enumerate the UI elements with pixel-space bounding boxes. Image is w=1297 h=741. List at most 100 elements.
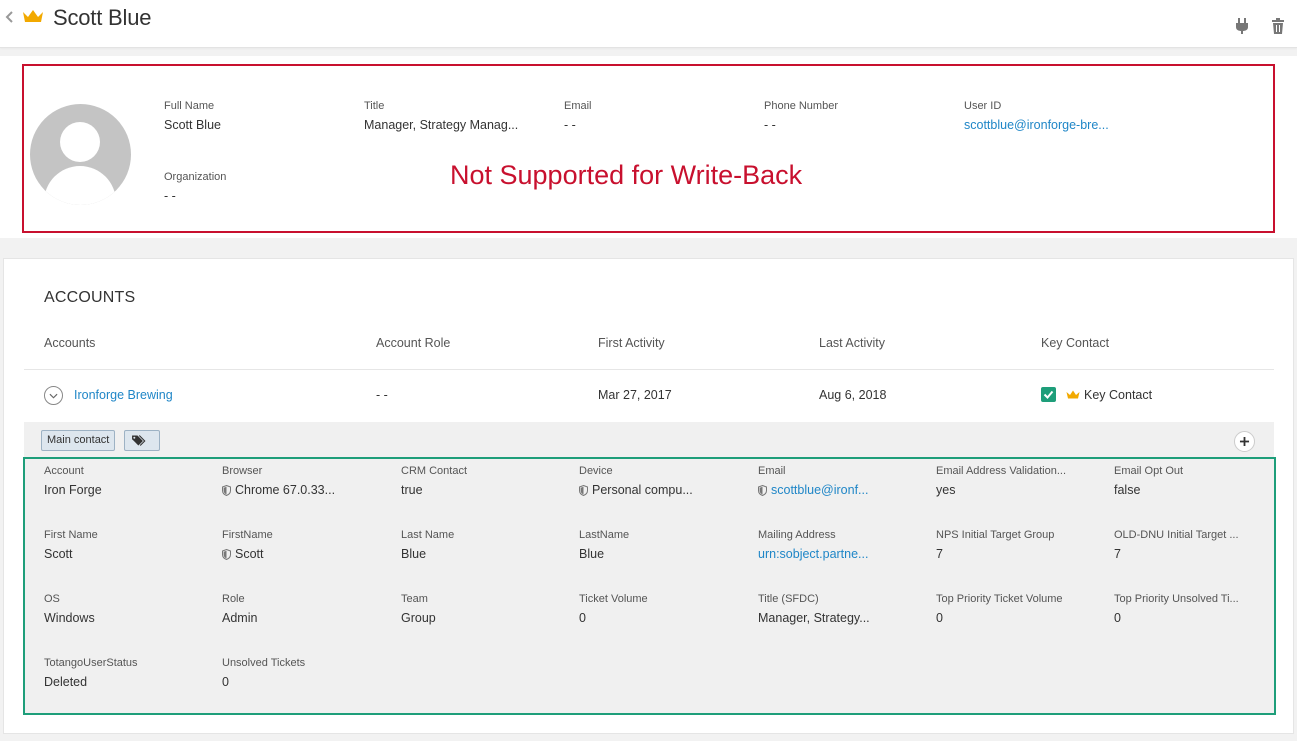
- attribute-label: Email Address Validation...: [936, 465, 1067, 477]
- attribute-cell: Device Personal compu...: [579, 465, 693, 497]
- attribute-value: 0: [1114, 611, 1239, 625]
- field-label: Phone Number: [764, 100, 838, 112]
- back-chevron-icon[interactable]: [4, 10, 16, 24]
- field-email: Email - -: [564, 100, 592, 132]
- attribute-cell: OS Windows: [44, 593, 95, 625]
- attribute-value: Scott: [222, 547, 273, 561]
- attribute-cell: Mailing Address urn:sobject.partne...: [758, 529, 868, 561]
- account-attributes-grid: Account Iron Forge Browser Chrome 67.0.33..…: [23, 457, 1276, 715]
- field-title: Title Manager, Strategy Manag...: [364, 100, 518, 132]
- attribute-cell: Role Admin: [222, 593, 257, 625]
- attribute-value: 0: [222, 675, 305, 689]
- crown-icon: [1066, 390, 1080, 399]
- column-header-key-contact[interactable]: Key Contact: [1041, 336, 1109, 350]
- attribute-value-text: Manager, Strategy...: [758, 611, 870, 625]
- attribute-cell: Account Iron Forge: [44, 465, 102, 497]
- attribute-label: TotangoUserStatus: [44, 657, 138, 669]
- attribute-value-text: Admin: [222, 611, 258, 625]
- add-icon[interactable]: [1234, 431, 1255, 452]
- attribute-label: Email: [758, 465, 786, 477]
- attribute-cell: Title (SFDC) Manager, Strategy...: [758, 593, 870, 625]
- attribute-value-text: Blue: [401, 547, 427, 561]
- column-header-first-activity[interactable]: First Activity: [598, 336, 665, 350]
- field-value: - -: [164, 189, 176, 203]
- key-contact-checkbox[interactable]: [1041, 387, 1056, 402]
- attribute-value: yes: [936, 483, 1066, 497]
- account-role-value: - -: [376, 388, 388, 402]
- crown-icon: [23, 10, 43, 22]
- attribute-value-text: Blue: [579, 547, 605, 561]
- main-contact-tag[interactable]: Main contact: [41, 430, 116, 451]
- attribute-cell: Email scottblue@ironf...: [758, 465, 868, 497]
- attribute-cell: Ticket Volume 0: [579, 593, 648, 625]
- shield-icon: [222, 484, 231, 496]
- attribute-value: Deleted: [44, 675, 138, 689]
- attribute-label: First Name: [44, 529, 98, 541]
- field-user-id: User ID scottblue@ironforge-bre...: [964, 100, 1109, 132]
- attribute-cell: OLD-DNU Initial Target ... 7: [1114, 529, 1239, 561]
- trash-icon[interactable]: [1270, 17, 1286, 35]
- tags-icon[interactable]: [124, 430, 160, 451]
- attribute-label: OLD-DNU Initial Target ...: [1114, 529, 1239, 541]
- attribute-label: Top Priority Ticket Volume: [936, 593, 1063, 605]
- attribute-label: LastName: [579, 529, 630, 541]
- attribute-label: Last Name: [401, 529, 455, 541]
- field-value: Scott Blue: [164, 118, 221, 132]
- attribute-label: Role: [222, 593, 245, 605]
- field-value: Manager, Strategy Manag...: [364, 118, 519, 132]
- profile-highlight-box: Full Name Scott Blue Title Manager, Stra…: [22, 64, 1275, 233]
- divider: [24, 369, 1274, 370]
- attribute-value: Manager, Strategy...: [758, 611, 870, 625]
- attribute-value-text: 0: [936, 611, 943, 625]
- avatar-body-icon: [44, 166, 116, 205]
- attribute-value-link[interactable]: scottblue@ironf...: [758, 483, 868, 497]
- user-id-link[interactable]: scottblue@ironforge-bre...: [964, 118, 1109, 132]
- detail-toolbar: Main contact: [24, 422, 1274, 457]
- attribute-value-link[interactable]: urn:sobject.partne...: [758, 547, 868, 561]
- attribute-value-text[interactable]: scottblue@ironf...: [771, 483, 868, 497]
- attribute-value-text: Scott: [235, 547, 264, 561]
- column-header-account-role[interactable]: Account Role: [376, 336, 450, 350]
- field-label: Full Name: [164, 100, 215, 112]
- page-title: Scott Blue: [53, 5, 152, 30]
- column-header-last-activity[interactable]: Last Activity: [819, 336, 885, 350]
- attribute-value-text: Chrome 67.0.33...: [235, 483, 336, 497]
- attribute-cell: TotangoUserStatus Deleted: [44, 657, 138, 689]
- attribute-label: NPS Initial Target Group: [936, 529, 1055, 541]
- attribute-value: Admin: [222, 611, 257, 625]
- attribute-value-text: true: [401, 483, 423, 497]
- expand-chevron-icon[interactable]: [44, 386, 63, 405]
- attribute-value-text: Deleted: [44, 675, 88, 689]
- attribute-value-text: 0: [1114, 611, 1121, 625]
- avatar: [30, 104, 131, 205]
- plug-icon[interactable]: [1234, 17, 1250, 35]
- attribute-label: Device: [579, 465, 613, 477]
- attribute-value: 7: [1114, 547, 1239, 561]
- attribute-value-text[interactable]: urn:sobject.partne...: [758, 547, 868, 561]
- attribute-value: Blue: [579, 547, 629, 561]
- attribute-cell: Top Priority Unsolved Ti... 0: [1114, 593, 1239, 625]
- attribute-value-text: Scott: [44, 547, 73, 561]
- account-link[interactable]: Ironforge Brewing: [74, 388, 173, 402]
- attribute-label: Top Priority Unsolved Ti...: [1114, 593, 1239, 605]
- column-header-accounts[interactable]: Accounts: [44, 336, 95, 350]
- field-label: Email: [564, 100, 592, 112]
- avatar-head-icon: [60, 122, 100, 162]
- field-organization: Organization - -: [164, 171, 226, 203]
- attribute-value-text: false: [1114, 483, 1141, 497]
- attribute-label: Ticket Volume: [579, 593, 648, 605]
- attribute-value-text: Windows: [44, 611, 95, 625]
- attribute-value: Personal compu...: [579, 483, 693, 497]
- attribute-label: FirstName: [222, 529, 273, 541]
- attribute-label: CRM Contact: [401, 465, 468, 477]
- shield-icon: [758, 484, 767, 496]
- first-activity-value: Mar 27, 2017: [598, 388, 672, 402]
- attribute-label: Unsolved Tickets: [222, 657, 306, 669]
- attribute-value-text: Personal compu...: [592, 483, 693, 497]
- field-label: Title: [364, 100, 385, 112]
- attribute-cell: FirstName Scott: [222, 529, 273, 561]
- attribute-label: Title (SFDC): [758, 593, 819, 605]
- shield-icon: [222, 548, 231, 560]
- attribute-value: Windows: [44, 611, 95, 625]
- field-label: Organization: [164, 171, 227, 183]
